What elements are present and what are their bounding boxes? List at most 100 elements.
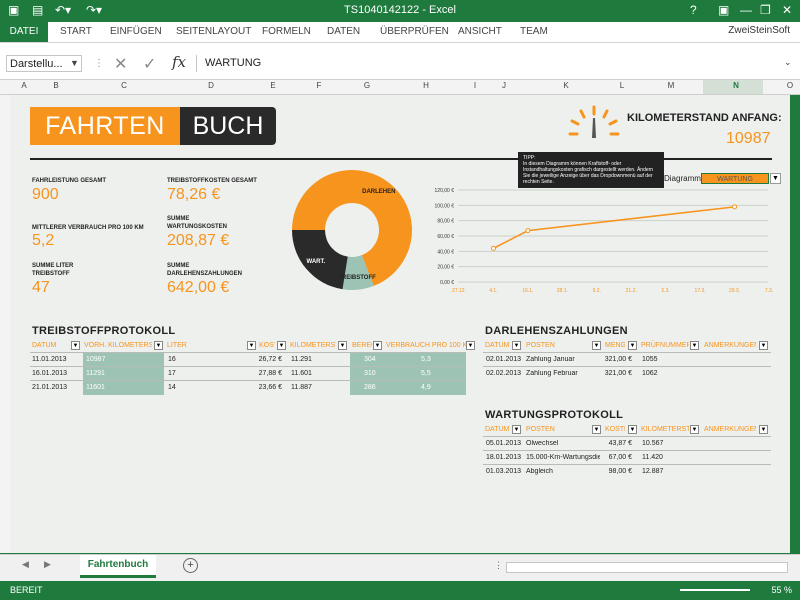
cancel-icon[interactable]: ✕ xyxy=(114,54,127,74)
filter-dropdown-icon[interactable]: ▼ xyxy=(154,341,163,350)
table-cell[interactable]: 98,00 € xyxy=(598,468,632,475)
maximize-icon[interactable]: ❐ xyxy=(760,3,771,17)
table-cell[interactable]: Ölwechsel xyxy=(526,440,558,447)
table-cell[interactable]: 43,87 € xyxy=(598,440,632,447)
table-cell[interactable]: 11.601 xyxy=(291,370,312,377)
prev-sheet-icon[interactable]: ◀ xyxy=(22,559,29,570)
column-header-f[interactable]: F xyxy=(313,81,325,90)
table-cell[interactable]: 67,00 € xyxy=(598,454,632,461)
sheet-tab-fahrtenbuch[interactable]: Fahrtenbuch xyxy=(80,555,156,578)
filter-dropdown-icon[interactable]: ▼ xyxy=(592,425,601,434)
tab-einfuegen[interactable]: EINFÜGEN xyxy=(110,26,162,37)
filter-dropdown-icon[interactable]: ▼ xyxy=(277,341,286,350)
filter-dropdown-icon[interactable]: ▼ xyxy=(628,425,637,434)
filter-dropdown-icon[interactable]: ▼ xyxy=(373,341,382,350)
more-icon[interactable]: ⋮ xyxy=(494,560,503,571)
tab-formeln[interactable]: FORMELN xyxy=(262,26,311,37)
table-cell[interactable]: 11.291 xyxy=(291,356,312,363)
column-header-l[interactable]: L xyxy=(616,81,628,90)
line-point[interactable] xyxy=(732,204,738,210)
table-cell[interactable]: 10.567 xyxy=(642,440,663,447)
table-cell[interactable]: 286 xyxy=(364,384,376,391)
column-header-i[interactable]: I xyxy=(469,81,481,90)
column-header-c[interactable]: C xyxy=(118,81,130,90)
table-cell[interactable]: 27,88 € xyxy=(244,370,282,377)
insert-function-icon[interactable]: fx xyxy=(172,53,186,71)
table-cell[interactable]: 11.887 xyxy=(291,384,312,391)
column-header-o[interactable]: O xyxy=(784,81,796,90)
filter-dropdown-icon[interactable]: ▼ xyxy=(690,341,699,350)
tab-datei[interactable]: DATEI xyxy=(0,22,48,42)
add-sheet-icon[interactable]: + xyxy=(183,558,198,573)
table-cell[interactable]: 11601 xyxy=(86,384,105,391)
check-icon[interactable]: ✓ xyxy=(143,54,156,74)
table-cell[interactable]: 11.01.2013 xyxy=(32,356,67,363)
chevron-down-icon[interactable]: ▼ xyxy=(70,55,79,72)
tab-seitenlayout[interactable]: SEITENLAYOUT xyxy=(176,26,251,37)
table-cell[interactable]: 5,3 xyxy=(421,356,431,363)
table-cell[interactable]: 16.01.2013 xyxy=(32,370,67,377)
table-cell[interactable]: 26,72 € xyxy=(244,356,282,363)
table-cell[interactable]: 5,5 xyxy=(421,370,431,377)
table-cell[interactable]: 17 xyxy=(168,370,176,377)
table-cell[interactable]: 310 xyxy=(364,370,376,377)
table-cell[interactable]: 304 xyxy=(364,356,376,363)
column-header-k[interactable]: K xyxy=(560,81,572,90)
horizontal-scrollbar[interactable] xyxy=(506,562,788,573)
column-header-g[interactable]: G xyxy=(361,81,373,90)
filter-dropdown-icon[interactable]: ▼ xyxy=(338,341,347,350)
filter-dropdown-icon[interactable]: ▼ xyxy=(759,425,768,434)
filter-dropdown-icon[interactable]: ▼ xyxy=(71,341,80,350)
table-cell[interactable]: 05.01.2013 xyxy=(486,440,521,447)
table-cell[interactable]: 02.02.2013 xyxy=(486,370,521,377)
table-cell[interactable]: 18.01.2013 xyxy=(486,454,521,461)
diagram-select[interactable]: WARTUNG xyxy=(701,173,769,184)
zoom-level[interactable]: 55 % xyxy=(771,585,792,595)
tab-team[interactable]: TEAM xyxy=(520,26,548,37)
close-icon[interactable]: ✕ xyxy=(782,3,792,17)
filter-dropdown-icon[interactable]: ▼ xyxy=(759,341,768,350)
table-cell[interactable]: 11.420 xyxy=(642,454,663,461)
table-cell[interactable]: 11291 xyxy=(86,370,105,377)
filter-dropdown-icon[interactable]: ▼ xyxy=(592,341,601,350)
table-cell[interactable]: 15.000-Km-Wartungsdienst xyxy=(526,454,600,461)
table-cell[interactable]: 12.887 xyxy=(642,468,663,475)
table-cell[interactable]: 02.01.2013 xyxy=(486,356,521,363)
tab-ueberpruefen[interactable]: ÜBERPRÜFEN xyxy=(380,26,449,37)
next-sheet-icon[interactable]: ▶ xyxy=(44,559,51,570)
line-point[interactable] xyxy=(490,245,496,251)
donut-chart[interactable]: DARLEHEN TREIBSTOFF WART. xyxy=(290,168,414,292)
table-cell[interactable]: 01.03.2013 xyxy=(486,468,521,475)
column-header-m[interactable]: M xyxy=(665,81,677,90)
table-cell[interactable]: 14 xyxy=(168,384,176,391)
account-name[interactable]: ZweiSteinSoft xyxy=(728,25,790,36)
help-icon[interactable]: ? xyxy=(690,3,697,17)
table-cell[interactable]: 1055 xyxy=(642,356,658,363)
tab-start[interactable]: START xyxy=(60,26,92,37)
zoom-slider[interactable] xyxy=(680,589,750,591)
worksheet[interactable] xyxy=(10,95,790,553)
table-cell[interactable]: 4,9 xyxy=(421,384,431,391)
table-cell[interactable]: 23,66 € xyxy=(244,384,282,391)
tab-daten[interactable]: DATEN xyxy=(327,26,360,37)
expand-formula-icon[interactable]: ⌄ xyxy=(784,57,792,68)
minimize-icon[interactable]: — xyxy=(740,3,752,17)
table-cell[interactable]: 321,00 € xyxy=(598,356,632,363)
tab-ansicht[interactable]: ANSICHT xyxy=(458,26,502,37)
line-series[interactable] xyxy=(493,206,735,250)
chevron-down-icon[interactable]: ▼ xyxy=(770,173,781,184)
column-header-a[interactable]: A xyxy=(18,81,30,90)
column-header-j[interactable]: J xyxy=(498,81,510,90)
filter-dropdown-icon[interactable]: ▼ xyxy=(628,341,637,350)
table-cell[interactable]: Zahlung Januar xyxy=(526,356,575,363)
filter-dropdown-icon[interactable]: ▼ xyxy=(466,341,475,350)
line-chart[interactable]: 0,00 € 20,00 € 40,00 € 60,00 € 80,00 € 100,00… xyxy=(420,186,775,298)
filter-dropdown-icon[interactable]: ▼ xyxy=(247,341,256,350)
table-cell[interactable]: 10987 xyxy=(86,356,105,363)
table-cell[interactable]: 1062 xyxy=(642,370,658,377)
column-header-e[interactable]: E xyxy=(267,81,279,90)
table-cell[interactable]: 16 xyxy=(168,356,176,363)
table-cell[interactable]: 321,00 € xyxy=(598,370,632,377)
column-header-b[interactable]: B xyxy=(50,81,62,90)
filter-dropdown-icon[interactable]: ▼ xyxy=(512,341,521,350)
